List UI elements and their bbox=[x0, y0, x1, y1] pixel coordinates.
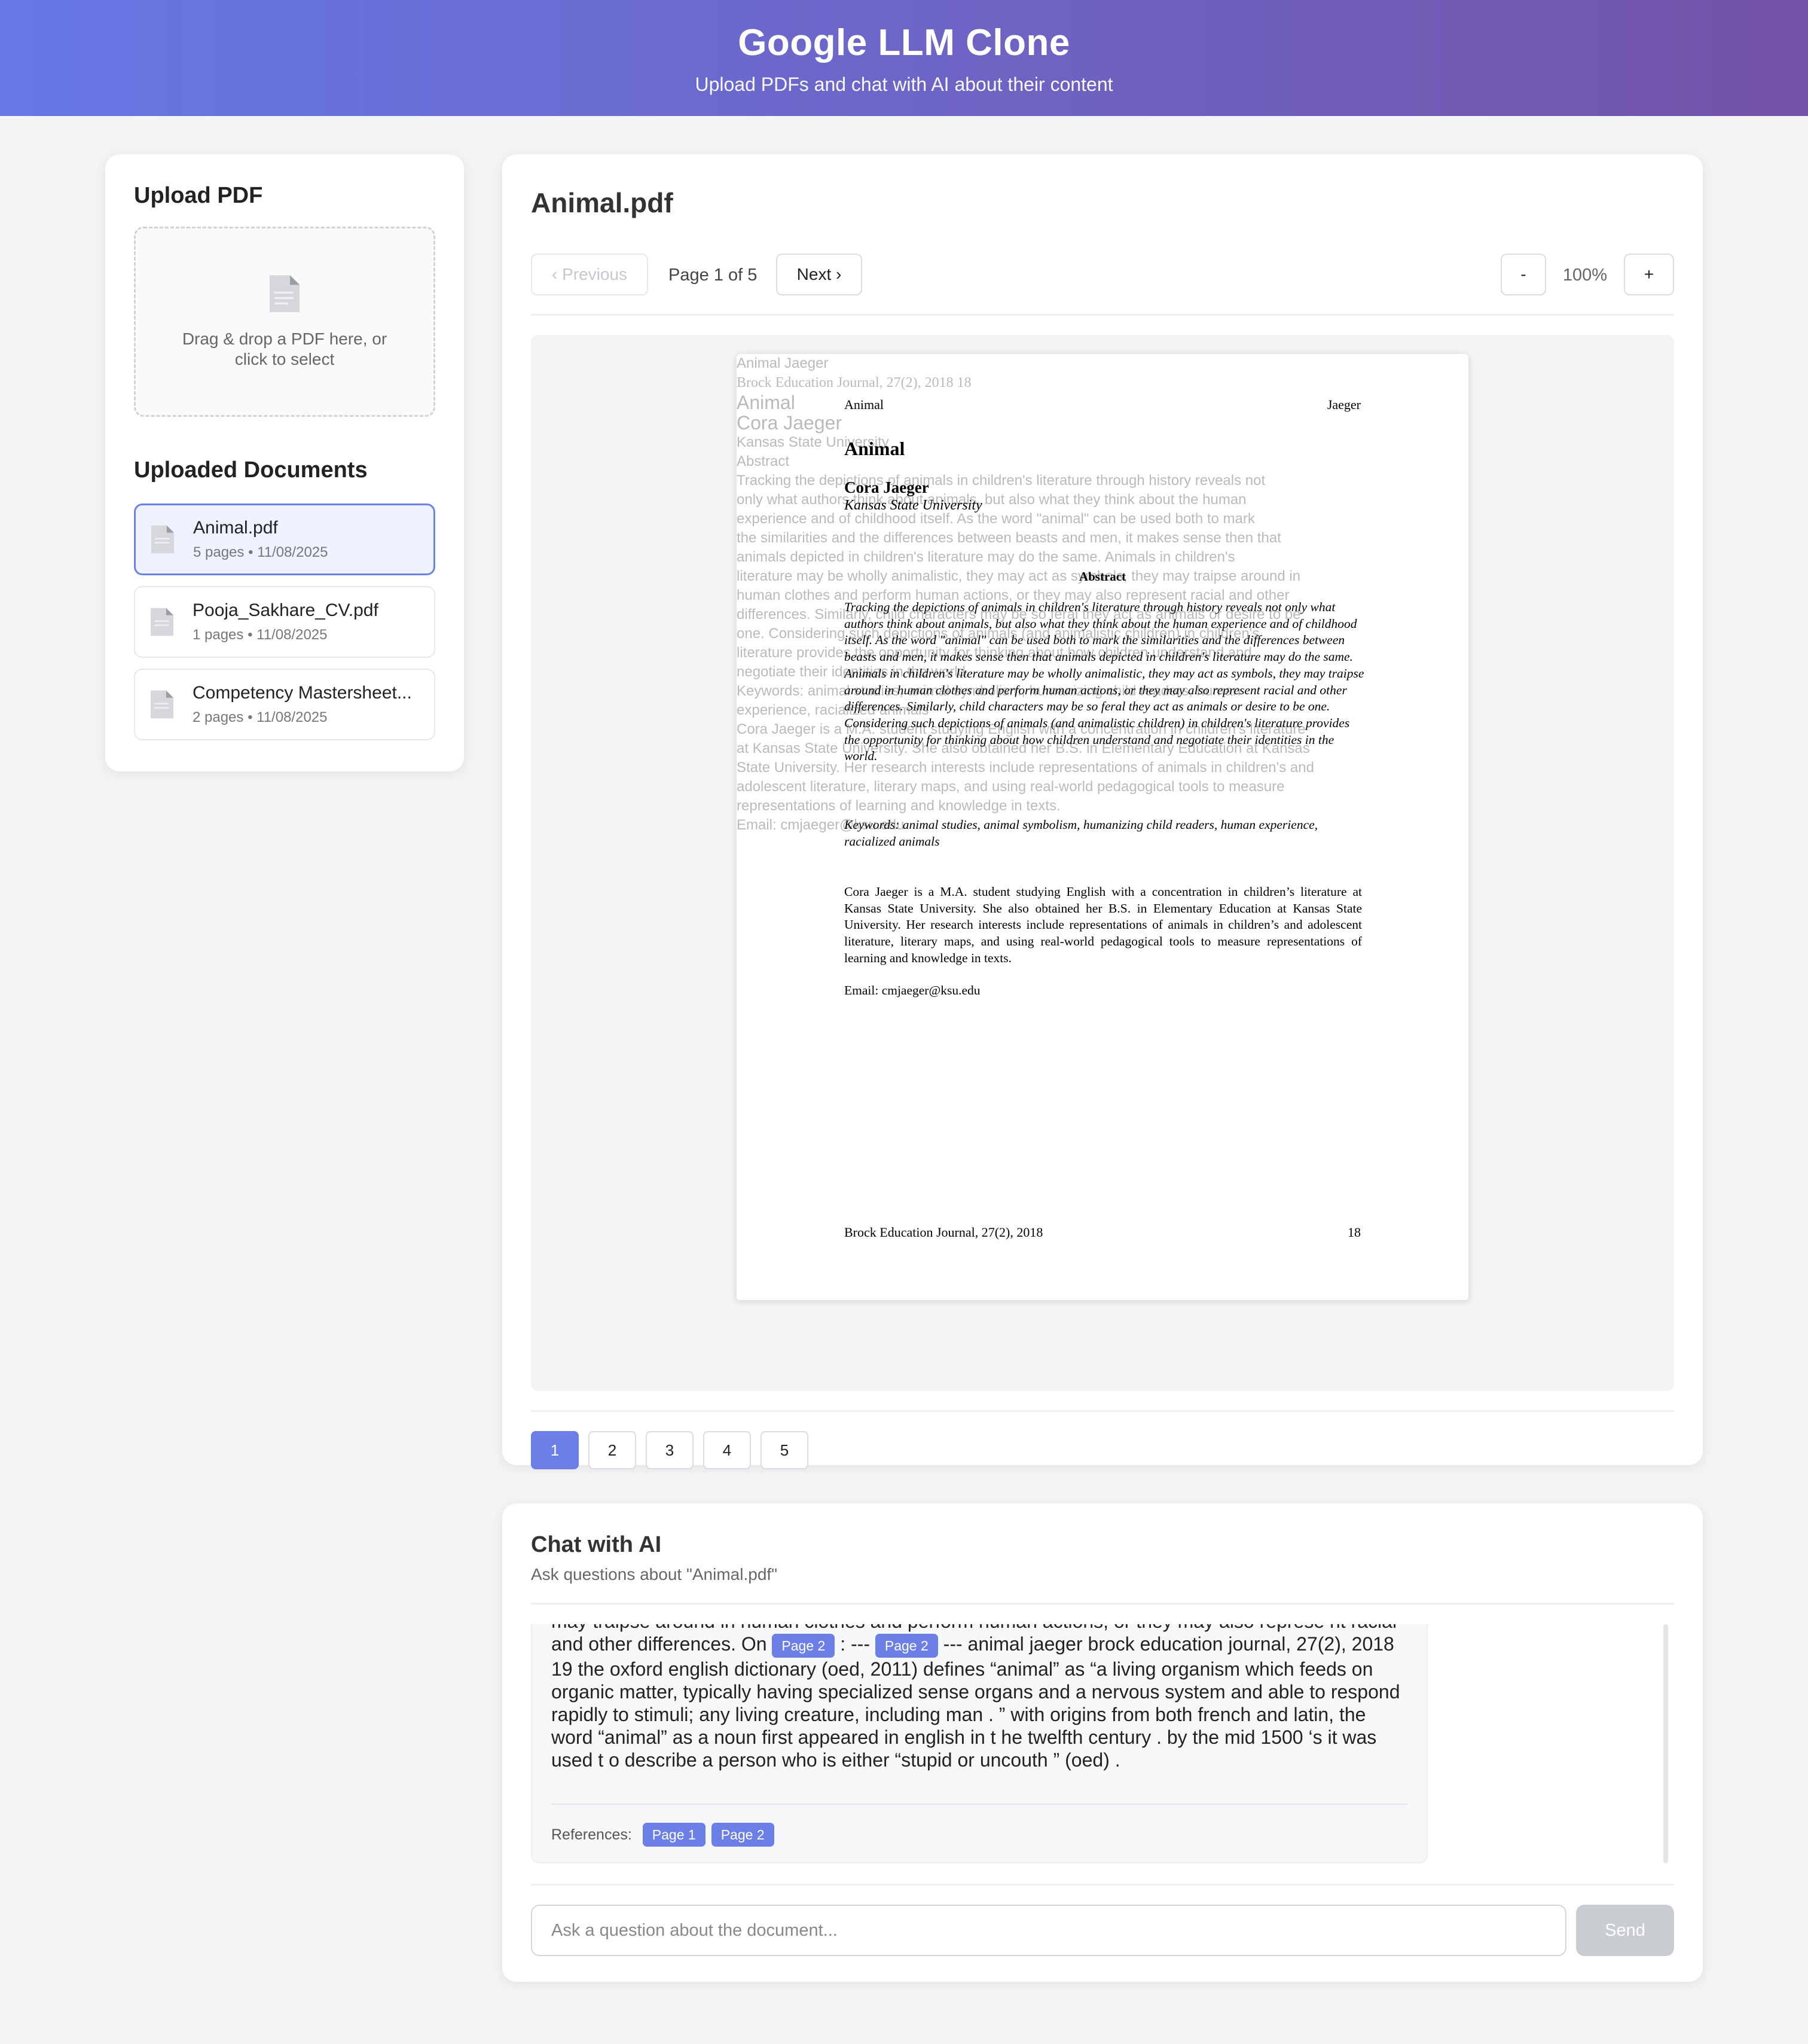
zoom-level: 100% bbox=[1562, 266, 1607, 285]
page-header-left: Animal bbox=[844, 397, 884, 412]
answer-segment: : --- bbox=[835, 1633, 875, 1655]
document-list: Animal.pdf 5 pages • 11/08/2025 Pooja_Sa… bbox=[134, 504, 435, 740]
text-layer-line: Cora Jaeger bbox=[737, 412, 842, 434]
page-footer-right: 18 bbox=[1348, 1225, 1361, 1240]
chat-input-row: Send bbox=[531, 1884, 1674, 1956]
chat-subtitle: Ask questions about "Animal.pdf" bbox=[531, 1565, 778, 1584]
references-row: References: Page 1 Page 2 bbox=[551, 1804, 1407, 1847]
pdf-page: Animal Jaeger Brock Education Journal, 2… bbox=[737, 354, 1468, 1300]
text-layer-line: Kansas State University bbox=[737, 434, 889, 450]
reference-page-2[interactable]: Page 2 bbox=[711, 1823, 774, 1847]
chat-messages[interactable]: may traipse around in human clothes and … bbox=[531, 1624, 1668, 1863]
document-item-cv[interactable]: Pooja_Sakhare_CV.pdf 1 pages • 11/08/202… bbox=[134, 586, 435, 658]
page-header-right: Jaeger bbox=[1327, 397, 1361, 412]
app-title: Google LLM Clone bbox=[738, 22, 1070, 63]
text-layer-line: Tracking the depictions of animals in ch… bbox=[737, 472, 1266, 489]
text-layer-line: only what authors think about animals, b… bbox=[737, 492, 1247, 508]
chat-scrollbar[interactable] bbox=[1663, 1624, 1668, 1863]
text-layer-line: the similarities and the differences bet… bbox=[737, 530, 1281, 546]
author-email: Email: cmjaeger@ksu.edu bbox=[844, 983, 981, 997]
page-footer-left: Brock Education Journal, 27(2), 2018 bbox=[844, 1225, 1043, 1240]
page-reference-tag[interactable]: Page 2 bbox=[772, 1633, 835, 1658]
paper-title: Animal bbox=[844, 438, 905, 459]
dropzone-text: Drag & drop a PDF here, or click to sele… bbox=[182, 330, 387, 368]
viewer-toolbar: ‹ Previous Page 1 of 5 Next › - 100% + bbox=[531, 254, 1674, 316]
document-item-competency[interactable]: Competency Mastersheet... 2 pages • 11/0… bbox=[134, 669, 435, 740]
pdf-canvas-area[interactable]: Animal Jaeger Brock Education Journal, 2… bbox=[531, 335, 1674, 1391]
paper-institution: Kansas State University bbox=[844, 498, 982, 513]
reference-page-1[interactable]: Page 1 bbox=[642, 1823, 706, 1847]
document-meta: 5 pages • 11/08/2025 bbox=[193, 544, 328, 560]
document-icon bbox=[269, 275, 300, 312]
text-layer-line: Brock Education Journal, 27(2), 2018 18 bbox=[737, 375, 972, 391]
ai-answer-text: may traipse around in human clothes and … bbox=[551, 1624, 1407, 1771]
document-icon bbox=[151, 608, 173, 636]
text-layer-line: experience and of childhood itself. As t… bbox=[737, 511, 1255, 527]
text-layer-line: Animal bbox=[737, 392, 795, 413]
upload-heading: Upload PDF bbox=[134, 183, 263, 208]
chat-heading: Chat with AI bbox=[531, 1532, 662, 1557]
document-icon bbox=[151, 690, 173, 719]
page-indicator: Page 1 of 5 bbox=[668, 266, 758, 285]
document-icon bbox=[151, 525, 174, 554]
abstract-text: Tracking the depictions of animals in ch… bbox=[844, 600, 1364, 764]
uploaded-documents-heading: Uploaded Documents bbox=[134, 457, 368, 483]
ai-message: may traipse around in human clothes and … bbox=[531, 1624, 1428, 1863]
pdf-viewer: Animal.pdf ‹ Previous Page 1 of 5 Next ›… bbox=[502, 154, 1703, 1469]
document-name: Competency Mastersheet... bbox=[193, 683, 412, 703]
page-number-nav: 1 2 3 4 5 bbox=[531, 1410, 1674, 1469]
paper-author: Cora Jaeger bbox=[844, 478, 929, 496]
references-label: References: bbox=[551, 1826, 632, 1843]
page-button-4[interactable]: 4 bbox=[703, 1431, 751, 1469]
zoom-out-button[interactable]: - bbox=[1501, 254, 1546, 295]
previous-page-button[interactable]: ‹ Previous bbox=[531, 254, 648, 295]
chat-input[interactable] bbox=[531, 1905, 1566, 1956]
page-button-2[interactable]: 2 bbox=[588, 1431, 636, 1469]
sidebar: Upload PDF Drag & drop a PDF here, or cl… bbox=[105, 154, 464, 771]
author-bio: Cora Jaeger is a M.A. student studying E… bbox=[844, 884, 1362, 965]
pdf-dropzone[interactable]: Drag & drop a PDF here, or click to sele… bbox=[134, 227, 435, 417]
page-button-5[interactable]: 5 bbox=[761, 1431, 808, 1469]
app-header: Google LLM Clone Upload PDFs and chat wi… bbox=[0, 0, 1808, 116]
chat-panel: Chat with AI Ask questions about "Animal… bbox=[502, 1503, 1703, 1982]
text-layer-line: adolescent literature, literary maps, an… bbox=[737, 779, 1285, 795]
page-button-1[interactable]: 1 bbox=[531, 1431, 579, 1469]
text-layer-line: representations of learning and knowledg… bbox=[737, 798, 1061, 814]
document-meta: 2 pages • 11/08/2025 bbox=[193, 709, 328, 725]
zoom-in-button[interactable]: + bbox=[1624, 254, 1674, 295]
next-page-button[interactable]: Next › bbox=[776, 254, 862, 295]
text-layer-line: animals depicted in children's literatur… bbox=[737, 549, 1235, 565]
document-meta: 1 pages • 11/08/2025 bbox=[193, 627, 328, 643]
text-layer-line: Abstract bbox=[737, 453, 790, 469]
keywords-text: Keywords: animal studies, animal symboli… bbox=[844, 817, 1318, 849]
app-subtitle: Upload PDFs and chat with AI about their… bbox=[695, 74, 1113, 95]
page-button-3[interactable]: 3 bbox=[646, 1431, 694, 1469]
text-layer-line: Animal Jaeger bbox=[737, 355, 829, 371]
divider bbox=[531, 1603, 1674, 1604]
page-reference-tag[interactable]: Page 2 bbox=[875, 1633, 938, 1658]
send-button[interactable]: Send bbox=[1576, 1905, 1674, 1956]
abstract-heading: Abstract bbox=[1079, 569, 1126, 584]
document-name: Pooja_Sakhare_CV.pdf bbox=[193, 600, 378, 620]
document-item-animal[interactable]: Animal.pdf 5 pages • 11/08/2025 bbox=[134, 504, 435, 575]
document-name: Animal.pdf bbox=[193, 518, 278, 538]
document-title: Animal.pdf bbox=[531, 187, 673, 218]
